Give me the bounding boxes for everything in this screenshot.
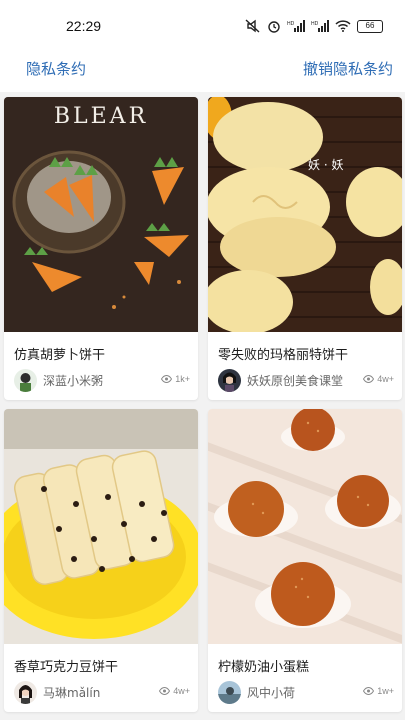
recipe-card[interactable]: 妖 · 妖 零失败的玛格丽特饼干 妖妖原创美食课堂 4w+ xyxy=(208,97,402,400)
recipe-card[interactable]: BLEAR 仿真胡萝卜饼干 深蓝小米粥 1k+ xyxy=(4,97,198,400)
avatar xyxy=(218,681,241,704)
wifi-icon xyxy=(335,20,351,32)
view-count-value: 1k+ xyxy=(175,374,190,384)
privacy-link[interactable]: 隐私条约 xyxy=(26,58,86,79)
author-name: 风中小荷 xyxy=(247,686,296,700)
eye-icon xyxy=(363,687,375,695)
recipe-image xyxy=(208,409,402,644)
recipe-title: 香草巧克力豆饼干 xyxy=(14,660,119,675)
revoke-privacy-link[interactable]: 撤销隐私条约 xyxy=(303,58,393,79)
recipe-title: 柠檬奶油小蛋糕 xyxy=(218,660,310,675)
view-count-value: 4w+ xyxy=(173,686,190,696)
author-info: 马琳mǎlín xyxy=(14,681,100,704)
author-info: 风中小荷 xyxy=(218,681,295,704)
view-count-value: 4w+ xyxy=(377,374,394,384)
battery-icon: 66 xyxy=(357,19,383,33)
image-watermark: 妖 · 妖 xyxy=(308,158,343,172)
view-count: 1k+ xyxy=(161,374,190,384)
recipe-title: 零失败的玛格丽特饼干 xyxy=(218,348,349,363)
image-watermark: BLEAR xyxy=(54,104,148,129)
author-name: 深蓝小米粥 xyxy=(43,374,104,388)
mute-icon xyxy=(245,19,260,33)
eye-icon xyxy=(161,375,173,383)
eye-icon xyxy=(159,687,171,695)
view-count-value: 1w+ xyxy=(377,686,394,696)
avatar xyxy=(14,369,37,392)
status-icons: HD HD 66 xyxy=(245,19,383,33)
clock: 22:29 xyxy=(66,18,102,34)
author-name: 妖妖原创美食课堂 xyxy=(247,374,344,388)
signal-icon-2: HD xyxy=(311,20,329,32)
recipe-image: BLEAR xyxy=(4,97,198,332)
avatar xyxy=(218,369,241,392)
status-bar: 22:29 HD HD 66 xyxy=(0,0,405,52)
eye-icon xyxy=(363,375,375,383)
view-count: 4w+ xyxy=(363,374,394,384)
view-count: 1w+ xyxy=(363,686,394,696)
signal-icon: HD xyxy=(287,20,305,32)
recipe-image: 妖 · 妖 xyxy=(208,97,402,332)
recipe-card[interactable]: 香草巧克力豆饼干 马琳mǎlín 4w+ xyxy=(4,409,198,712)
svg-text:HD: HD xyxy=(311,21,319,27)
top-nav: 隐私条约 撤销隐私条约 xyxy=(0,52,405,92)
svg-text:HD: HD xyxy=(287,21,295,27)
author-info: 深蓝小米粥 xyxy=(14,369,103,392)
recipe-title: 仿真胡萝卜饼干 xyxy=(14,348,106,363)
author-info: 妖妖原创美食课堂 xyxy=(218,369,343,392)
recipe-card[interactable]: 柠檬奶油小蛋糕 风中小荷 1w+ xyxy=(208,409,402,712)
author-name: 马琳mǎlín xyxy=(43,686,101,700)
recipe-image xyxy=(4,409,198,644)
alarm-icon xyxy=(268,21,280,33)
view-count: 4w+ xyxy=(159,686,190,696)
avatar xyxy=(14,681,37,704)
